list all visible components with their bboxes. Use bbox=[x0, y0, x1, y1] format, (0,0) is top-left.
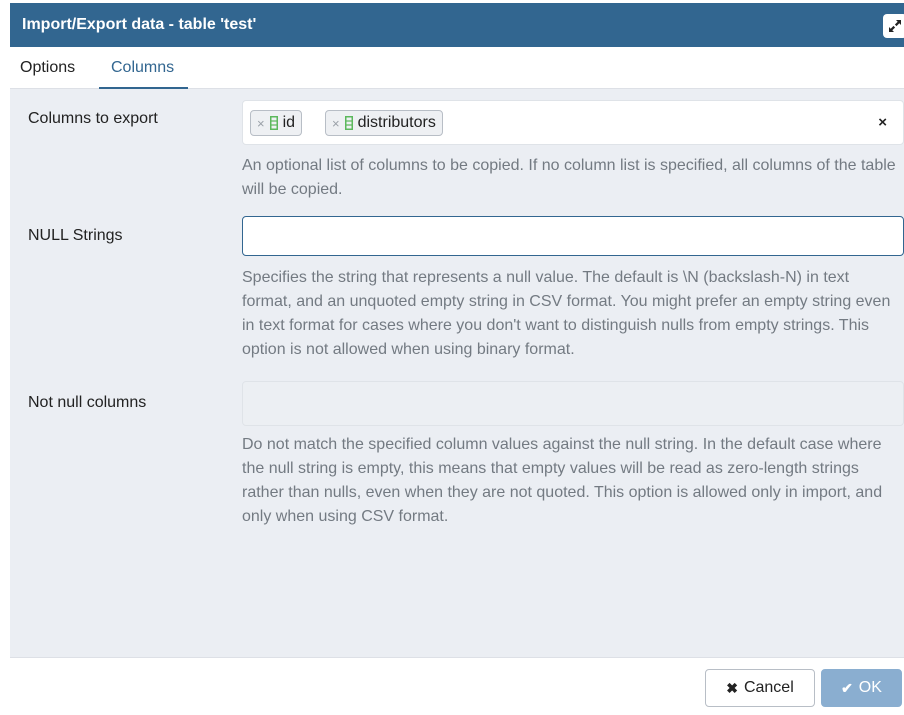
chip-label: distributors bbox=[357, 114, 436, 131]
columns-to-export-select[interactable]: × id × distributors × bbox=[242, 100, 904, 145]
ok-button[interactable]: ✔ OK bbox=[821, 669, 902, 707]
close-icon: ✖ bbox=[726, 679, 738, 696]
null-strings-help: Specifies the string that represents a n… bbox=[242, 269, 891, 358]
cancel-button[interactable]: ✖ Cancel bbox=[705, 669, 815, 707]
tab-options[interactable]: Options bbox=[20, 59, 75, 77]
column-icon bbox=[344, 116, 353, 130]
cancel-label: Cancel bbox=[743, 679, 794, 696]
not-null-columns-label: Not null columns bbox=[28, 394, 147, 411]
columns-to-export-help: An optional list of columns to be copied… bbox=[242, 157, 896, 198]
chip-remove-icon[interactable]: × bbox=[332, 116, 340, 131]
null-strings-input[interactable] bbox=[242, 216, 904, 256]
null-strings-label: NULL Strings bbox=[28, 227, 123, 244]
not-null-columns-help: Do not match the specified column values… bbox=[242, 436, 883, 525]
dialog-title: Import/Export data - table 'test' bbox=[22, 16, 257, 33]
tab-bar: Options Columns bbox=[10, 47, 904, 90]
checkmark-icon: ✔ bbox=[841, 679, 853, 696]
dialog-footer: ✖ Cancel ✔ OK bbox=[10, 657, 904, 715]
clear-all-icon[interactable]: × bbox=[878, 114, 887, 131]
expand-arrows-icon bbox=[889, 20, 901, 32]
columns-to-export-label: Columns to export bbox=[28, 110, 158, 127]
chip-label: id bbox=[282, 114, 296, 131]
not-null-columns-select[interactable] bbox=[242, 381, 904, 426]
tab-columns[interactable]: Columns bbox=[99, 59, 189, 90]
dialog-title-bar: Import/Export data - table 'test' bbox=[10, 3, 904, 47]
chip-remove-icon[interactable]: × bbox=[257, 116, 265, 131]
column-icon bbox=[269, 116, 278, 130]
maximize-button[interactable] bbox=[883, 14, 904, 38]
column-chip-id: × id bbox=[250, 110, 303, 136]
column-chip-distributors: × distributors bbox=[325, 110, 443, 136]
ok-label: OK bbox=[858, 679, 882, 696]
tab-columns-label: Columns bbox=[111, 59, 175, 76]
